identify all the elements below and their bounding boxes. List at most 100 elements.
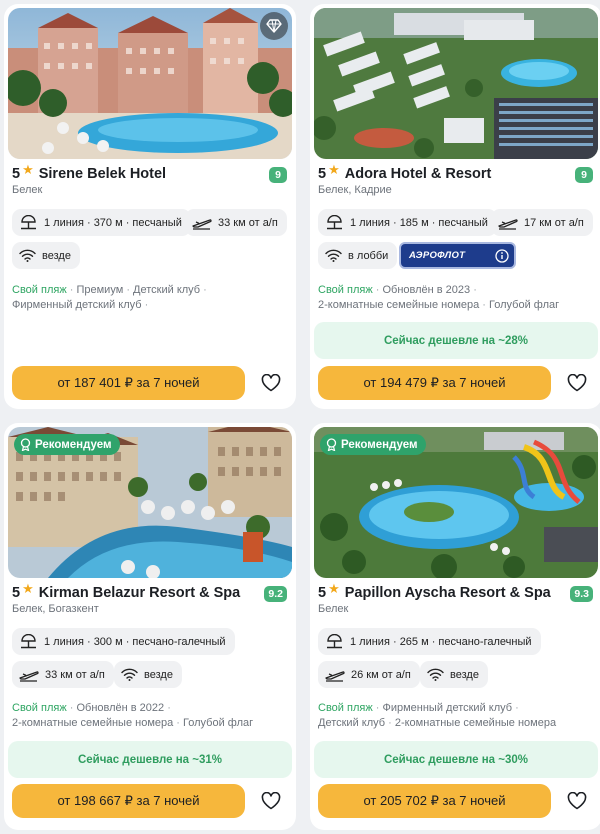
discount-banner: Сейчас дешевле на ~31% — [8, 741, 292, 778]
rating-badge: 9 — [269, 167, 287, 183]
wifi-chip: в лобби — [318, 242, 398, 269]
beach-umbrella-icon — [21, 634, 36, 649]
hotel-location: Белек — [318, 603, 349, 615]
feature-list: Свой пляж · Премиум · Детский клуб · Фир… — [12, 284, 207, 311]
rating-badge: 9 — [575, 167, 593, 183]
wifi-icon — [19, 249, 36, 262]
airport-chip: 33 км от а/п — [185, 209, 287, 236]
award-ribbon-icon — [326, 438, 337, 451]
favorite-heart-icon[interactable] — [261, 373, 281, 393]
hotel-card[interactable]: 5 ★ Adora Hotel & Resort 9 Белек, Кадрие… — [310, 4, 600, 409]
hotel-name[interactable]: Adora Hotel & Resort — [345, 166, 492, 182]
airport-chip: 33 км от а/п — [12, 661, 114, 688]
wifi-chip-label: в лобби — [348, 249, 389, 262]
plane-icon — [19, 671, 39, 682]
plane-icon — [325, 671, 345, 682]
beach-umbrella-icon — [21, 215, 36, 230]
beach-chip: 1 линия · 185 м · песчаный — [318, 209, 497, 236]
wifi-icon — [121, 668, 138, 681]
hotel-card[interactable]: Рекомендуем 5 ★ Kirman Belazur Resort & … — [4, 423, 296, 830]
wifi-chip: везде — [114, 661, 182, 688]
price-button[interactable]: от 198 667 ₽ за 7 ночей — [12, 784, 245, 818]
beach-chip-label: 1 линия · 300 м · песчано-галечный — [44, 635, 226, 648]
feature-item: Детский клуб — [318, 717, 386, 729]
feature-list: Свой пляж · Обновлён в 2023 · 2-комнатны… — [318, 284, 560, 311]
hotel-card[interactable]: Рекомендуем 5 ★ Papillon Ayscha Resort &… — [310, 423, 600, 830]
hotel-location: Белек, Кадрие — [318, 184, 392, 196]
wifi-chip: везде — [420, 661, 488, 688]
feature-list: Свой пляж · Обновлён в 2022 · 2-комнатны… — [12, 702, 254, 729]
star-icon: ★ — [328, 162, 340, 177]
beach-chip-label: 1 линия · 185 м · песчаный — [350, 216, 488, 229]
price-button[interactable]: от 205 702 ₽ за 7 ночей — [318, 784, 551, 818]
feature-item: Свой пляж — [12, 284, 67, 296]
airport-chip: 17 км от а/п — [491, 209, 593, 236]
plane-icon — [498, 219, 518, 230]
airport-chip: 26 км от а/п — [318, 661, 420, 688]
wifi-chip-label: везде — [144, 668, 173, 681]
feature-list: Свой пляж · Фирменный детский клуб · Дет… — [318, 702, 557, 729]
hotel-photo[interactable] — [8, 8, 292, 159]
wifi-icon — [427, 668, 444, 681]
aeroflot-logo: АЭРОФЛОТ — [409, 250, 466, 261]
favorite-heart-icon[interactable] — [567, 373, 587, 393]
feature-item: Премиум — [76, 284, 124, 296]
recommended-label: Рекомендуем — [341, 438, 418, 451]
plane-icon — [192, 219, 212, 230]
info-icon[interactable] — [495, 248, 509, 263]
beach-chip: 1 линия · 300 м · песчано-галечный — [12, 628, 235, 655]
hotel-photo[interactable] — [314, 8, 598, 159]
beach-chip: 1 линия · 370 м · песчаный — [12, 209, 191, 236]
star-count: 5 — [318, 166, 327, 182]
favorite-heart-icon[interactable] — [567, 791, 587, 811]
wifi-icon — [325, 249, 342, 262]
recommended-badge: Рекомендуем — [14, 434, 120, 455]
hotel-grid: 5 ★ Sirene Belek Hotel 9 Белек 1 линия ·… — [0, 0, 600, 834]
favorite-heart-icon[interactable] — [261, 791, 281, 811]
beach-umbrella-icon — [327, 634, 342, 649]
feature-item: Голубой флаг — [489, 299, 560, 311]
hotel-photo[interactable]: Рекомендуем — [314, 427, 598, 578]
star-count: 5 — [12, 166, 21, 182]
airport-chip-label: 26 км от а/п — [351, 668, 411, 681]
hotel-name[interactable]: Sirene Belek Hotel — [39, 166, 166, 182]
airport-chip-label: 33 км от а/п — [218, 216, 278, 229]
wifi-chip: везде — [12, 242, 80, 269]
hotel-photo[interactable]: Рекомендуем — [8, 427, 292, 578]
hotel-name[interactable]: Papillon Ayscha Resort & Spa — [345, 585, 551, 601]
feature-item: 2-комнатные семейные номера — [394, 717, 557, 729]
wifi-chip-label: везде — [42, 249, 71, 262]
recommended-badge: Рекомендуем — [320, 434, 426, 455]
beach-umbrella-icon — [327, 215, 342, 230]
price-button[interactable]: от 187 401 ₽ за 7 ночей — [12, 366, 245, 400]
recommended-label: Рекомендуем — [35, 438, 112, 451]
hotel-name[interactable]: Kirman Belazur Resort & Spa — [39, 585, 240, 601]
price-button[interactable]: от 194 479 ₽ за 7 ночей — [318, 366, 551, 400]
feature-item: Голубой флаг — [183, 717, 254, 729]
aeroflot-partner-badge[interactable]: АЭРОФЛОТ — [399, 242, 516, 269]
hotel-title[interactable]: 5 ★ Papillon Ayscha Resort & Spa — [318, 581, 594, 603]
airport-chip-label: 17 км от а/п — [524, 216, 584, 229]
hotel-title[interactable]: 5 ★ Kirman Belazur Resort & Spa — [12, 581, 288, 603]
hotel-title[interactable]: 5 ★ Sirene Belek Hotel — [12, 162, 288, 184]
star-count: 5 — [12, 585, 21, 601]
feature-item: Свой пляж — [12, 702, 67, 714]
wifi-chip-label: везде — [450, 668, 479, 681]
hotel-card[interactable]: 5 ★ Sirene Belek Hotel 9 Белек 1 линия ·… — [4, 4, 296, 409]
hotel-title[interactable]: 5 ★ Adora Hotel & Resort — [318, 162, 594, 184]
feature-item: Свой пляж — [318, 284, 373, 296]
feature-item: Свой пляж — [318, 702, 373, 714]
discount-banner: Сейчас дешевле на ~30% — [314, 741, 598, 778]
beach-chip: 1 линия · 265 м · песчано-галечный — [318, 628, 541, 655]
rating-badge: 9.2 — [264, 586, 287, 602]
award-ribbon-icon — [20, 438, 31, 451]
feature-item: 2-комнатные семейные номера — [12, 717, 174, 729]
premium-diamond-icon — [260, 12, 288, 40]
discount-banner: Сейчас дешевле на ~28% — [314, 322, 598, 359]
star-icon: ★ — [22, 162, 34, 177]
feature-item: 2-комнатные семейные номера — [318, 299, 480, 311]
feature-item: Фирменный детский клуб — [382, 702, 513, 714]
beach-chip-label: 1 линия · 370 м · песчаный — [44, 216, 182, 229]
beach-chip-label: 1 линия · 265 м · песчано-галечный — [350, 635, 532, 648]
rating-badge: 9.3 — [570, 586, 593, 602]
